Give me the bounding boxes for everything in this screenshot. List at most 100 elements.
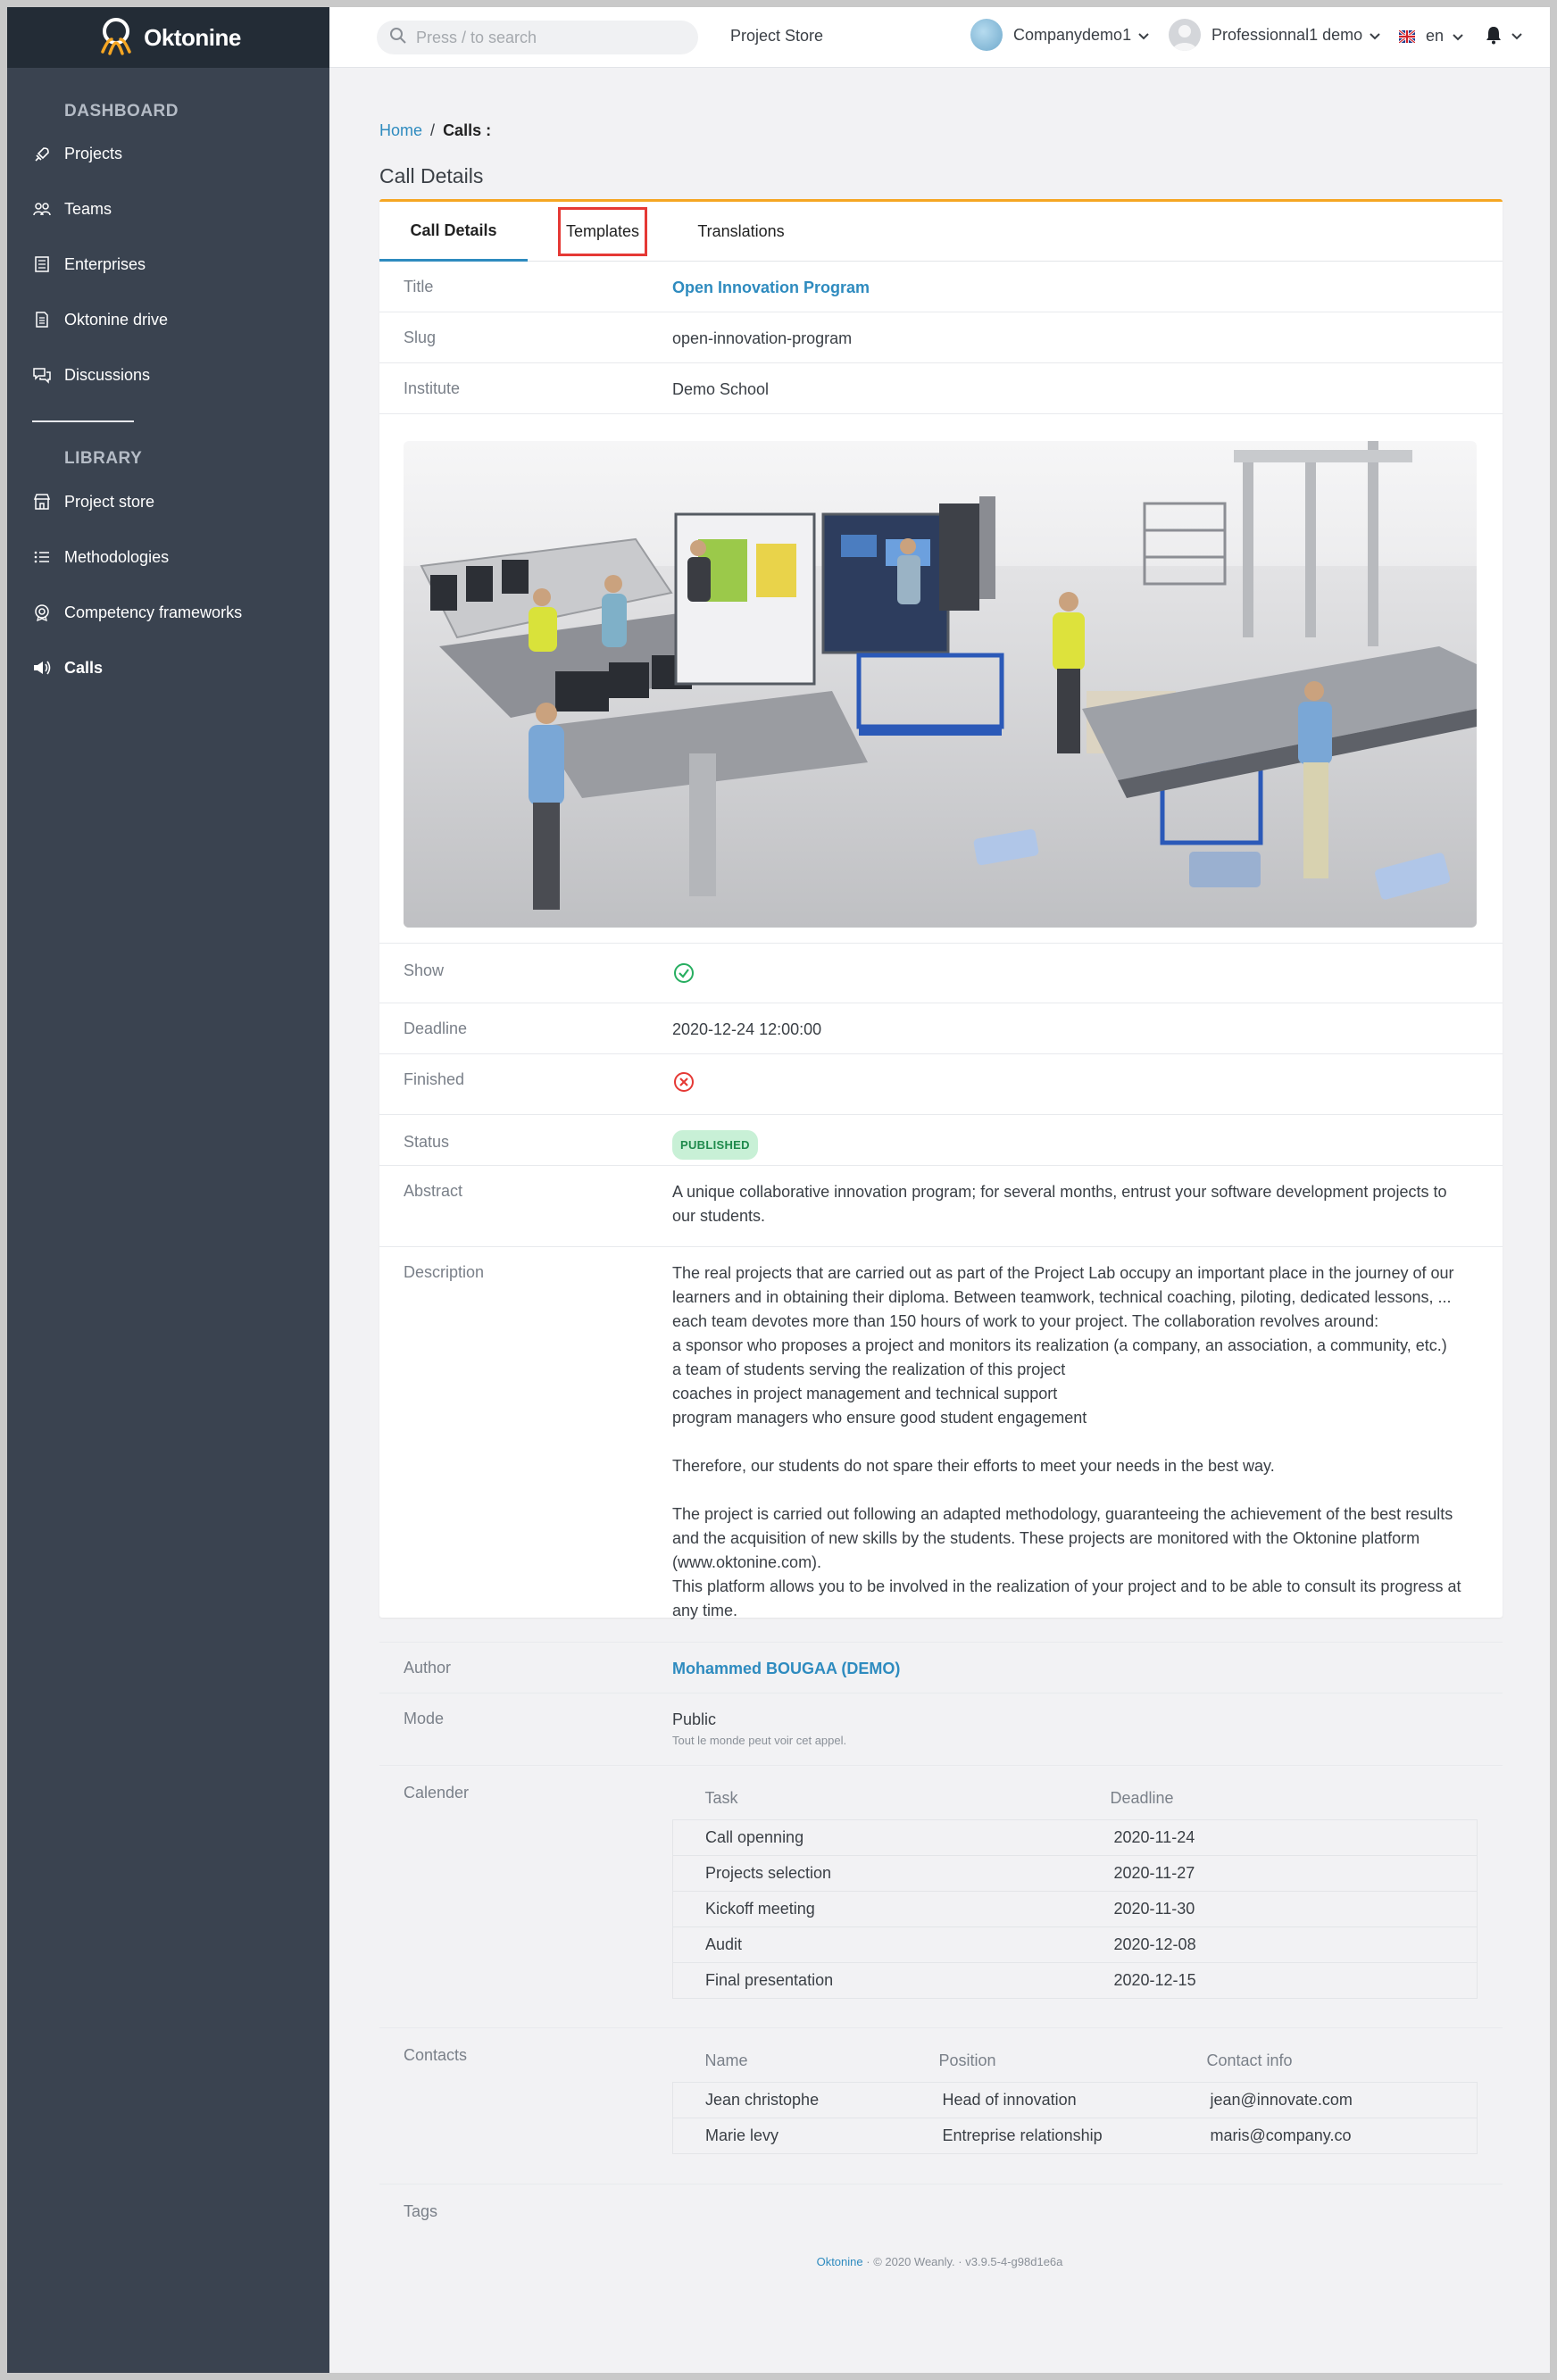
text-line: coaches in project management and techni… [672,1385,1058,1402]
table-cell: 2020-11-30 [1101,1890,1478,1927]
row-slug: Slug open-innovation-program [379,312,1503,363]
calendar-table: Task Deadline Call openning 2020-11-24 Pr… [672,1778,1478,1999]
breadcrumb: Home / Calls : [379,121,491,140]
drive-icon [32,310,52,329]
text-line: The project is carried out following an … [672,1505,1453,1523]
field-label: Abstract [404,1182,463,1200]
chevron-down-icon [1138,26,1149,45]
sidebar-item-label: Discussions [64,365,151,384]
column-header: Name [704,2051,748,2070]
table-cell: 2020-12-08 [1101,1926,1478,1963]
status-badge: PUBLISHED [672,1130,758,1160]
tab-translations[interactable]: Translations [683,202,799,262]
language-switcher[interactable]: en [1399,27,1463,46]
row-mode: Mode Public Tout le monde peut voir cet … [379,1693,1503,1766]
sidebar-item-label: Competency frameworks [64,603,243,621]
chevron-down-icon [1453,27,1463,46]
mode-cell: Public Tout le monde peut voir cet appel… [672,1708,846,1748]
topbar: Project Store Companydemo1 Professionnal… [329,7,1550,68]
table-row: Audit 2020-12-08 [672,1926,1478,1963]
table-cell: Projects selection [672,1854,1102,1892]
sidebar-item-discussions[interactable]: Discussions [7,347,329,403]
field-label: Finished [404,1070,465,1088]
search-box[interactable] [377,21,698,54]
text-line: any time. [672,1602,738,1619]
sidebar-item-label: Teams [64,199,112,218]
tab-label: Templates [557,207,648,256]
rocket-icon [32,145,52,164]
row-contacts: Contacts Name Position Contact info Jean… [379,2028,1503,2184]
tab-templates[interactable]: Templates [554,202,652,262]
row-author: Author Mohammed BOUGAA (DEMO) [379,1643,1503,1693]
text-line: and the acquisition of new skills by the… [672,1529,1420,1547]
table-header: Name Position Contact info [673,2041,1478,2082]
sidebar-item-projects[interactable]: Projects [7,127,329,181]
table-cell: Kickoff meeting [672,1890,1102,1927]
user-name: Professionnal1 demo [1211,25,1363,44]
sidebar-item-competency-frameworks[interactable]: Competency frameworks [7,585,329,640]
sidebar-item-label: Project store [64,492,155,511]
field-label: Tags [404,2202,438,2220]
row-description: Description The real projects that are c… [379,1247,1503,1643]
table-cell: Marie levy [672,2117,939,2154]
search-icon [389,27,407,49]
finished-x-icon [672,1070,695,1101]
text-line: A unique collaborative innovation progra… [672,1183,1447,1201]
footer-version: v3.9.5-4-g98d1e6a [965,2255,1063,2268]
sidebar-item-calls[interactable]: Calls [7,640,329,695]
breadcrumb-home[interactable]: Home [379,121,422,139]
text-line: This platform allows you to be involved … [672,1577,1461,1595]
chevron-down-icon [1370,26,1380,45]
table-header: Task Deadline [673,1778,1478,1819]
table-cell: Audit [672,1926,1102,1963]
sidebar-item-oktonine-drive[interactable]: Oktonine drive [7,292,329,347]
footer: Oktonine · © 2020 Weanly. · v3.9.5-4-g98… [329,2255,1550,2268]
brand[interactable]: Oktonine [7,7,329,68]
user-avatar [1169,19,1201,51]
table-row: Marie levy Entreprise relationship maris@c… [672,2117,1478,2154]
table-cell: maris@company.co [1206,2117,1478,2154]
project-store-link[interactable]: Project Store [730,27,823,46]
breadcrumb-separator: / [430,121,436,139]
app-frame: Oktonine DASHBOARD Projects Teams Enterp… [7,7,1550,2373]
search-input[interactable] [416,28,666,47]
sidebar-item-label: Methodologies [64,547,170,566]
row-show: Show [379,943,1503,1003]
sidebar: Oktonine DASHBOARD Projects Teams Enterp… [7,7,329,2373]
field-label: Mode [404,1710,445,1727]
sidebar-item-methodologies[interactable]: Methodologies [7,529,329,585]
company-switcher[interactable]: Companydemo1 [970,19,1149,51]
table-cell: Final presentation [672,1961,1102,1999]
badge-icon [32,603,52,622]
sidebar-item-enterprises[interactable]: Enterprises [7,237,329,292]
field-label: Author [404,1659,452,1677]
details-card: Call Details Templates Translations Titl… [379,199,1503,2220]
user-menu[interactable]: Professionnal1 demo [1169,19,1380,51]
table-cell: 2020-11-24 [1101,1818,1478,1856]
title-value[interactable]: Open Innovation Program [672,276,870,300]
tab-call-details[interactable]: Call Details [379,202,528,262]
table-row: Call openning 2020-11-24 [672,1818,1478,1856]
table-cell: Head of innovation [938,2081,1207,2118]
table-row: Final presentation 2020-12-15 [672,1961,1478,1999]
column-header: Task [704,1789,738,1808]
sidebar-item-label: Oktonine drive [64,310,169,329]
text-line: a team of students serving the realizati… [672,1361,1066,1378]
text-line: our students. [672,1207,766,1225]
tab-label: Call Details [410,221,497,239]
text-line: Therefore, our students do not spare the… [672,1457,1275,1475]
field-label: Show [404,961,445,979]
logo-icon [96,16,137,60]
column-header: Contact info [1206,2051,1293,2070]
sidebar-item-project-store[interactable]: Project store [7,474,329,529]
footer-brand-link[interactable]: Oktonine [817,2255,863,2268]
slug-value: open-innovation-program [672,329,853,347]
call-cover-image [404,441,1477,928]
deadline-value: 2020-12-24 12:00:00 [672,1020,822,1038]
author-link[interactable]: Mohammed BOUGAA (DEMO) [672,1657,900,1681]
sidebar-item-teams[interactable]: Teams [7,181,329,237]
table-cell: Call openning [672,1818,1102,1856]
table-cell: 2020-12-15 [1101,1961,1478,1999]
chevron-down-icon [1511,26,1522,45]
notifications[interactable] [1485,25,1522,45]
